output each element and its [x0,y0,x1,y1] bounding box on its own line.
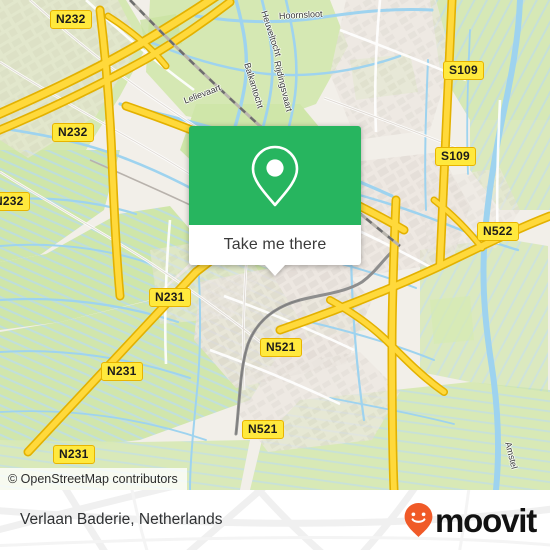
road-shield: N232 [50,10,92,29]
road-shield: N232 [0,192,30,211]
footer-bar: Verlaan Baderie, Netherlands moovit [0,490,550,550]
road-shield: S109 [435,147,476,166]
location-title: Verlaan Baderie, Netherlands [20,511,223,528]
take-me-there-button[interactable]: Take me there [189,225,361,276]
road-shield: N521 [260,338,302,357]
road-shield: N231 [53,445,95,464]
callout-pin-panel [189,126,361,225]
callout-tail [264,264,286,276]
map-canvas[interactable]: N232 N232 N232 S109 S109 N522 N231 N231 N231 N521… [0,0,550,490]
osm-attribution[interactable]: © OpenStreetMap contributors [0,468,187,490]
road-shield: N231 [101,362,143,381]
map-pin-icon [251,145,299,206]
moovit-logo[interactable]: moovit [403,501,537,539]
road-shield: S109 [443,61,484,80]
road-shield: N521 [242,420,284,439]
road-shield: N231 [149,288,191,307]
moovit-wordmark: moovit [435,501,537,539]
moovit-smiley-pin-icon [404,503,433,537]
take-me-there-label: Take me there [223,236,327,253]
moovit-location-card: N232 N232 N232 S109 S109 N522 N231 N231 N231 N521… [0,0,550,550]
road-shield: N522 [477,222,519,241]
destination-callout[interactable]: Take me there [189,126,361,276]
road-shield: N232 [52,123,94,142]
